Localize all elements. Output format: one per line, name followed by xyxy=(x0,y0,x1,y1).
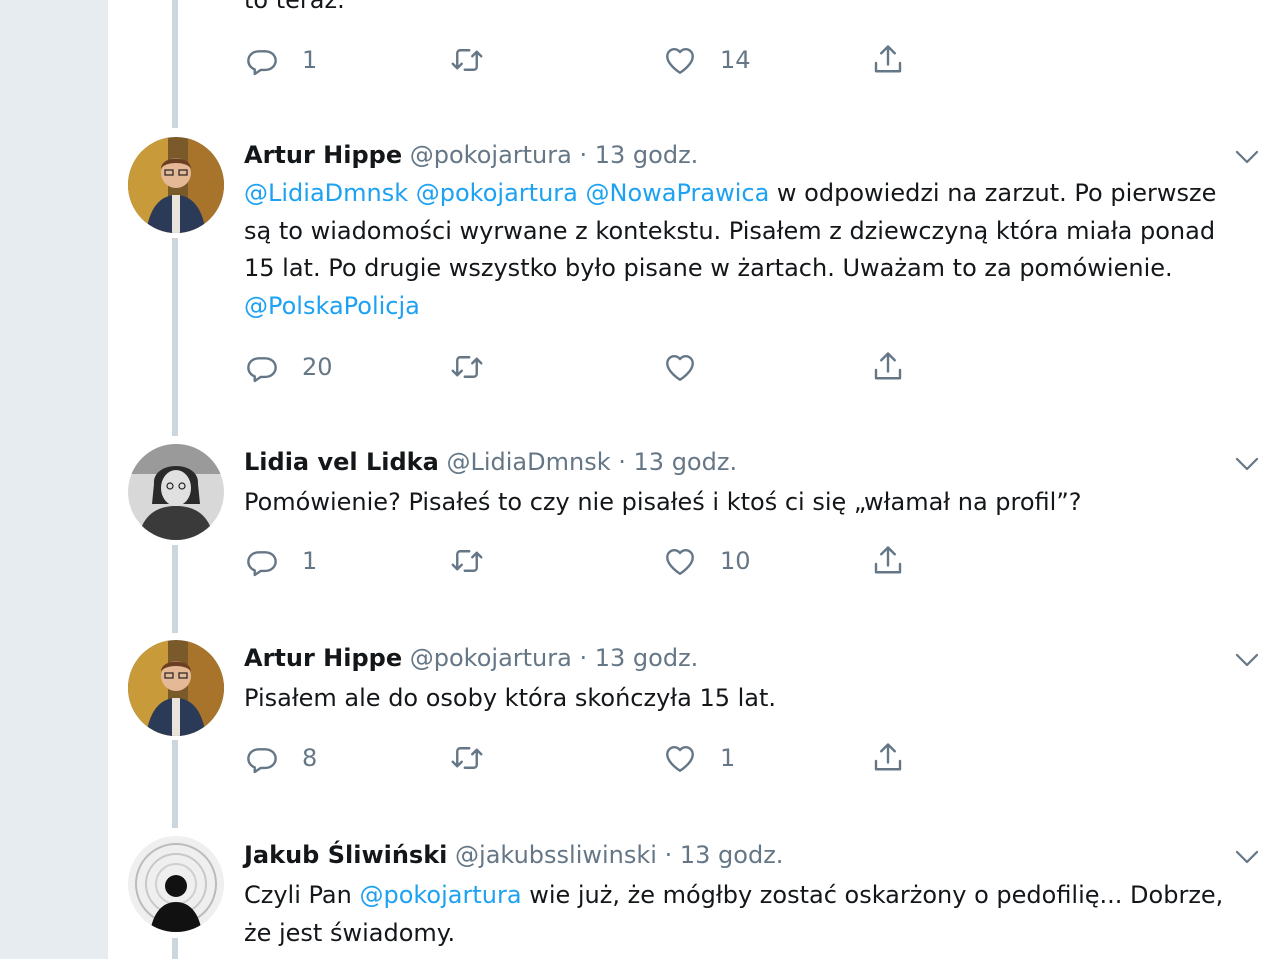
like-button[interactable]: 1 xyxy=(662,738,735,778)
reply-button[interactable]: 8 xyxy=(244,738,317,778)
tweet-text: Pomówienie? Pisałeś to czy nie pisałeś i… xyxy=(244,484,1240,522)
reply-button[interactable]: 1 xyxy=(244,541,317,581)
share-button[interactable] xyxy=(870,347,906,387)
tweet-actions: 1 10 xyxy=(244,541,944,581)
tweet-menu-button[interactable] xyxy=(1232,142,1262,172)
tweet-actions: 8 1 xyxy=(244,738,944,778)
user-handle[interactable]: @LidiaDmnsk xyxy=(446,448,610,476)
tweet[interactable]: Jakub Śliwiński @jakubssliwinski · 13 go… xyxy=(108,836,1280,959)
retweet-button[interactable] xyxy=(449,40,507,80)
heart-icon xyxy=(662,543,698,579)
chevron-down-icon xyxy=(1232,150,1262,176)
display-name[interactable]: Jakub Śliwiński xyxy=(244,841,447,869)
user-handle[interactable]: @pokojartura xyxy=(410,141,572,169)
mention-link[interactable]: @pokojartura xyxy=(359,881,521,909)
tweet-menu-button[interactable] xyxy=(1232,449,1262,479)
chevron-down-icon xyxy=(1232,850,1262,876)
separator: · xyxy=(664,841,673,869)
chevron-down-icon xyxy=(1232,457,1262,483)
tweet-text-segment xyxy=(578,179,586,207)
like-count: 10 xyxy=(720,547,751,575)
retweet-icon xyxy=(449,543,485,579)
retweet-icon xyxy=(449,349,485,385)
reply-icon xyxy=(244,42,280,78)
retweet-icon xyxy=(449,42,485,78)
left-gutter xyxy=(0,0,108,959)
share-button[interactable] xyxy=(870,40,906,80)
reply-count: 20 xyxy=(302,353,333,381)
reply-count: 8 xyxy=(302,744,318,772)
tweet-text-segment: Pisałem ale do osoby która skończyła 15 … xyxy=(244,684,777,712)
tweet-text: Pisałem ale do osoby która skończyła 15 … xyxy=(244,680,1240,718)
separator: · xyxy=(579,141,588,169)
mention-link[interactable]: @PolskaPolicja xyxy=(244,292,420,320)
reply-icon xyxy=(244,740,280,776)
tweet-text: Czyli Pan @pokojartura wie już, że mógłb… xyxy=(244,877,1240,952)
avatar[interactable] xyxy=(128,444,224,540)
user-handle[interactable]: @jakubssliwinski xyxy=(455,841,657,869)
user-handle[interactable]: @pokojartura xyxy=(410,644,572,672)
reply-count: 1 xyxy=(302,547,318,575)
display-name[interactable]: Artur Hippe xyxy=(244,644,402,672)
mention-link[interactable]: @LidiaDmnsk xyxy=(244,179,408,207)
share-button[interactable] xyxy=(870,738,906,778)
tweet-actions: 20 xyxy=(244,347,944,387)
tweet[interactable]: Lidia vel Lidka @LidiaDmnsk · 13 godz. P… xyxy=(108,444,1280,597)
avatar[interactable] xyxy=(128,836,224,932)
retweet-button[interactable] xyxy=(449,347,507,387)
timestamp[interactable]: 13 godz. xyxy=(595,644,699,672)
share-icon xyxy=(870,349,906,385)
avatar[interactable] xyxy=(128,640,224,736)
heart-icon xyxy=(662,349,698,385)
tweet-text-segment: Czyli Pan xyxy=(244,881,360,909)
reply-button[interactable]: 1 xyxy=(244,40,317,80)
like-count: 14 xyxy=(720,46,751,74)
reply-icon xyxy=(244,349,280,385)
tweet-header: Jakub Śliwiński @jakubssliwinski · 13 go… xyxy=(244,840,783,870)
share-button[interactable] xyxy=(870,541,906,581)
reply-count: 1 xyxy=(302,46,318,74)
avatar[interactable] xyxy=(128,137,224,233)
tweet-actions: 1 14 xyxy=(244,40,944,80)
display-name[interactable]: Artur Hippe xyxy=(244,141,402,169)
chevron-down-icon xyxy=(1232,653,1262,679)
reply-icon xyxy=(244,543,280,579)
tweet-header: Artur Hippe @pokojartura · 13 godz. xyxy=(244,140,698,170)
timestamp[interactable]: 13 godz. xyxy=(634,448,738,476)
tweet-menu-button[interactable] xyxy=(1232,645,1262,675)
separator: · xyxy=(618,448,626,476)
tweet-header: Lidia vel Lidka @LidiaDmnsk · 13 godz. xyxy=(244,447,737,477)
reply-button[interactable]: 20 xyxy=(244,347,333,387)
tweet-menu-button[interactable] xyxy=(1232,842,1262,872)
like-button[interactable]: 10 xyxy=(662,541,751,581)
heart-icon xyxy=(662,42,698,78)
share-icon xyxy=(870,42,906,78)
tweet-text-segment: Pomówienie? Pisałeś to czy nie pisałeś i… xyxy=(244,488,1082,516)
tweet-text: @LidiaDmnsk @pokojartura @NowaPrawica w … xyxy=(244,175,1240,325)
separator: · xyxy=(579,644,588,672)
tweet-text-segment xyxy=(408,179,416,207)
share-icon xyxy=(870,543,906,579)
mention-link[interactable]: @NowaPrawica xyxy=(586,179,770,207)
like-button[interactable] xyxy=(662,347,720,387)
tweet[interactable]: 1 14 xyxy=(108,0,1280,100)
timestamp[interactable]: 13 godz. xyxy=(595,141,699,169)
like-button[interactable]: 14 xyxy=(662,40,751,80)
tweet[interactable]: Artur Hippe @pokojartura · 13 godz. @Lid… xyxy=(108,137,1280,400)
retweet-button[interactable] xyxy=(449,738,507,778)
display-name[interactable]: Lidia vel Lidka xyxy=(244,448,439,476)
tweet-header: Artur Hippe @pokojartura · 13 godz. xyxy=(244,643,698,673)
retweet-icon xyxy=(449,740,485,776)
share-icon xyxy=(870,740,906,776)
like-count: 1 xyxy=(720,744,736,772)
tweet[interactable]: Artur Hippe @pokojartura · 13 godz. Pisa… xyxy=(108,640,1280,793)
heart-icon xyxy=(662,740,698,776)
timestamp[interactable]: 13 godz. xyxy=(680,841,784,869)
retweet-button[interactable] xyxy=(449,541,507,581)
mention-link[interactable]: @pokojartura xyxy=(416,179,578,207)
